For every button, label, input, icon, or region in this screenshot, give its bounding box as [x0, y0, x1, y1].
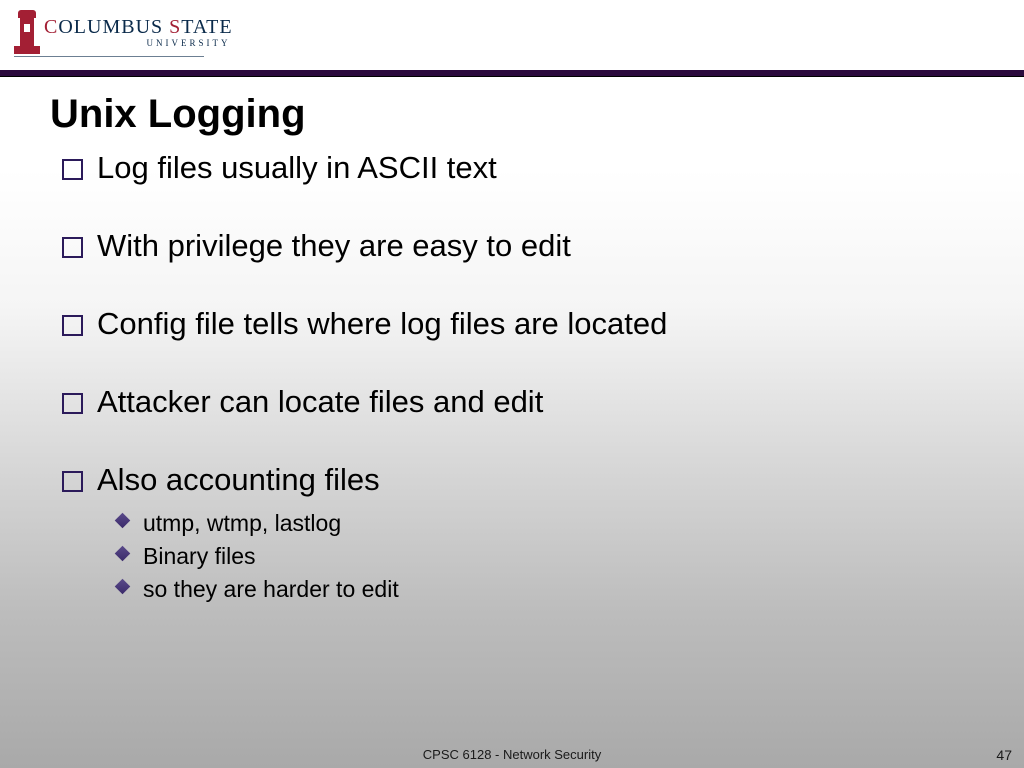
square-bullet-icon	[62, 393, 83, 414]
sub-bullet-3: so they are harder to edit	[114, 576, 984, 603]
bullet-text: Config file tells where log files are lo…	[97, 306, 667, 342]
sub-bullet-text: utmp, wtmp, lastlog	[143, 510, 341, 537]
sub-bullets: utmp, wtmp, lastlog Binary files so they…	[114, 510, 984, 603]
square-bullet-icon	[62, 237, 83, 258]
sub-bullet-2: Binary files	[114, 543, 984, 570]
bullet-2: With privilege they are easy to edit	[62, 228, 984, 264]
logo-word-2: TATE	[181, 16, 232, 38]
sub-bullet-text: so they are harder to edit	[143, 576, 399, 603]
footer-course: CPSC 6128 - Network Security	[423, 747, 601, 762]
bullet-text: Also accounting files	[97, 462, 380, 498]
logo-text: COLUMBUS STATE UNIVERSITY	[44, 17, 233, 48]
bullet-1: Log files usually in ASCII text	[62, 150, 984, 186]
slide: COLUMBUS STATE UNIVERSITY Unix Logging L…	[0, 0, 1024, 768]
header-divider	[0, 70, 1024, 77]
slide-title: Unix Logging	[50, 92, 306, 137]
sub-bullet-text: Binary files	[143, 543, 255, 570]
slide-number: 47	[996, 747, 1012, 763]
diamond-bullet-icon	[114, 582, 129, 597]
bullet-5: Also accounting files	[62, 462, 984, 498]
content-area: Log files usually in ASCII text With pri…	[62, 150, 984, 609]
tower-icon	[14, 10, 40, 54]
logo-cap-c: C	[44, 16, 58, 38]
logo-cap-s: S	[169, 16, 181, 38]
bullet-4: Attacker can locate files and edit	[62, 384, 984, 420]
header: COLUMBUS STATE UNIVERSITY	[0, 0, 1024, 70]
square-bullet-icon	[62, 159, 83, 180]
bullet-text: Attacker can locate files and edit	[97, 384, 543, 420]
logo-word-1: OLUMBUS	[58, 16, 169, 38]
diamond-bullet-icon	[114, 549, 129, 564]
bullet-text: With privilege they are easy to edit	[97, 228, 571, 264]
university-logo: COLUMBUS STATE UNIVERSITY	[14, 10, 233, 54]
logo-underline	[14, 56, 204, 57]
sub-bullet-1: utmp, wtmp, lastlog	[114, 510, 984, 537]
logo-subtitle: UNIVERSITY	[147, 39, 231, 48]
bullet-3: Config file tells where log files are lo…	[62, 306, 984, 342]
diamond-bullet-icon	[114, 516, 129, 531]
square-bullet-icon	[62, 471, 83, 492]
footer: CPSC 6128 - Network Security 47	[0, 740, 1024, 768]
bullet-text: Log files usually in ASCII text	[97, 150, 497, 186]
square-bullet-icon	[62, 315, 83, 336]
